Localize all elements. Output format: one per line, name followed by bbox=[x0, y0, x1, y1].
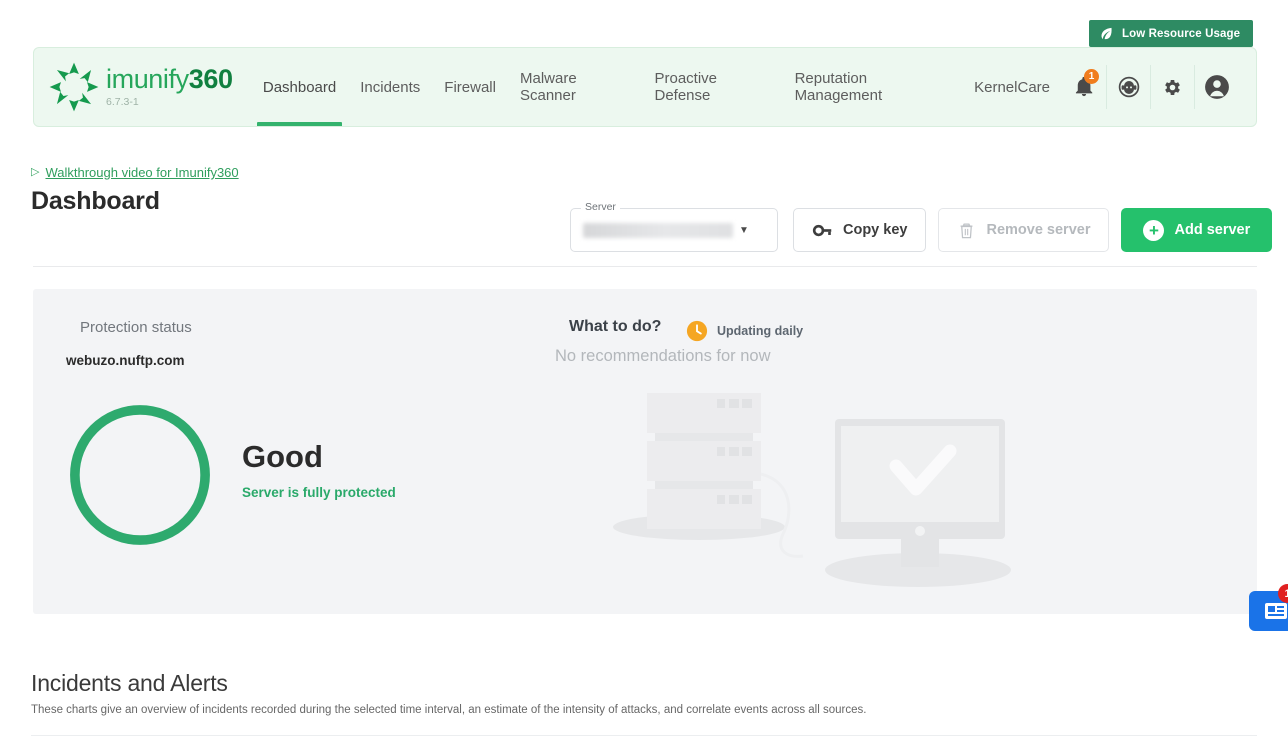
remove-server-label: Remove server bbox=[986, 222, 1091, 238]
copy-key-label: Copy key bbox=[843, 222, 908, 238]
plus-circle-icon: + bbox=[1143, 219, 1165, 241]
settings-gear-icon bbox=[1165, 79, 1180, 95]
imunify-star-logo-icon bbox=[49, 62, 99, 112]
server-select[interactable]: Server ▼ bbox=[570, 201, 778, 252]
remove-server-button[interactable]: Remove server bbox=[938, 208, 1110, 252]
clock-icon bbox=[686, 320, 708, 342]
nav-label: KernelCare bbox=[974, 78, 1050, 96]
nav-label: Proactive Defense bbox=[654, 70, 718, 104]
no-recommendations-text: No recommendations for now bbox=[555, 347, 771, 365]
updating-daily-badge: Updating daily bbox=[686, 320, 803, 342]
nav-item-reputation-management[interactable]: Reputation Management bbox=[783, 48, 963, 126]
server-toolbar: Server ▼ Copy key Remove server + Add se… bbox=[570, 201, 1273, 252]
notifications-badge: 1 bbox=[1084, 69, 1099, 84]
support-headset-icon bbox=[1118, 76, 1139, 98]
server-select-value bbox=[583, 222, 733, 238]
user-avatar-icon bbox=[1204, 75, 1229, 99]
support-button[interactable] bbox=[1106, 65, 1150, 109]
brand-version: 6.7.3-1 bbox=[106, 96, 139, 108]
copy-key-button[interactable]: Copy key bbox=[793, 208, 927, 252]
add-server-label: Add server bbox=[1174, 222, 1251, 238]
protection-status-label: Protection status bbox=[80, 319, 192, 336]
walkthrough-link-row[interactable]: ▷ Walkthrough video for Imunify360 bbox=[31, 165, 239, 180]
key-icon bbox=[812, 224, 832, 236]
nav-label: Reputation Management bbox=[794, 70, 883, 104]
protection-status-value: Good bbox=[242, 439, 323, 474]
settings-button[interactable] bbox=[1150, 65, 1194, 109]
nav-item-proactive-defense[interactable]: Proactive Defense bbox=[643, 48, 783, 126]
nav-label: Incidents bbox=[360, 78, 421, 96]
protection-status-subtitle: Server is fully protected bbox=[242, 485, 396, 500]
leaf-icon bbox=[1101, 27, 1112, 40]
brand-name-bold: 360 bbox=[188, 64, 233, 94]
low-resource-usage-label: Low Resource Usage bbox=[1122, 27, 1241, 40]
incidents-section-description: These charts give an overview of inciden… bbox=[31, 704, 867, 716]
server-select-legend: Server bbox=[581, 201, 620, 213]
add-server-button[interactable]: + Add server bbox=[1121, 208, 1273, 252]
nav-label: Firewall bbox=[444, 78, 496, 96]
nav-label: Malware Scanner bbox=[519, 70, 577, 104]
brand-name: imunify360 bbox=[106, 66, 233, 93]
main-nav: Dashboard Incidents Firewall Malware Sca… bbox=[251, 48, 1062, 126]
nav-item-incidents[interactable]: Incidents bbox=[348, 48, 432, 126]
low-resource-usage-badge: Low Resource Usage bbox=[1089, 20, 1254, 47]
play-icon: ▷ bbox=[31, 166, 40, 178]
protection-status-panel: Protection status webuzo.nuftp.com Good … bbox=[33, 289, 1257, 614]
server-hostname: webuzo.nuftp.com bbox=[66, 353, 185, 368]
server-monitor-illustration bbox=[613, 393, 1011, 587]
notifications-bell-button[interactable]: 1 bbox=[1062, 65, 1106, 109]
app-header: imunify360 6.7.3-1 Dashboard Incidents F… bbox=[33, 47, 1257, 127]
walkthrough-video-link[interactable]: Walkthrough video for Imunify360 bbox=[45, 165, 238, 180]
brand-text: imunify360 6.7.3-1 bbox=[106, 66, 233, 109]
page-title: Dashboard bbox=[31, 187, 160, 215]
header-icon-group: 1 bbox=[1062, 65, 1238, 109]
brand-name-thin: imunify bbox=[106, 64, 189, 94]
what-to-do-label: What to do? bbox=[569, 318, 662, 335]
news-feed-widget-button[interactable]: 1 bbox=[1249, 584, 1288, 631]
bottom-divider bbox=[31, 735, 1257, 736]
incidents-section-title: Incidents and Alerts bbox=[31, 670, 228, 696]
chevron-down-icon: ▼ bbox=[739, 224, 749, 236]
nav-label: Dashboard bbox=[262, 78, 337, 96]
user-account-button[interactable] bbox=[1194, 65, 1238, 109]
updating-daily-label: Updating daily bbox=[717, 324, 804, 338]
nav-item-malware-scanner[interactable]: Malware Scanner bbox=[508, 48, 643, 126]
nav-item-firewall[interactable]: Firewall bbox=[432, 48, 508, 126]
toolbar-divider bbox=[33, 266, 1257, 267]
brand[interactable]: imunify360 6.7.3-1 bbox=[48, 61, 243, 113]
nav-item-kernelcare[interactable]: KernelCare bbox=[962, 48, 1062, 126]
dashboard-page: Low Resource Usage imunify360 6.7.3-1 Da… bbox=[0, 0, 1288, 739]
nav-item-dashboard[interactable]: Dashboard bbox=[251, 48, 348, 126]
protection-gauge-ring bbox=[70, 405, 210, 545]
trash-icon bbox=[961, 223, 973, 238]
